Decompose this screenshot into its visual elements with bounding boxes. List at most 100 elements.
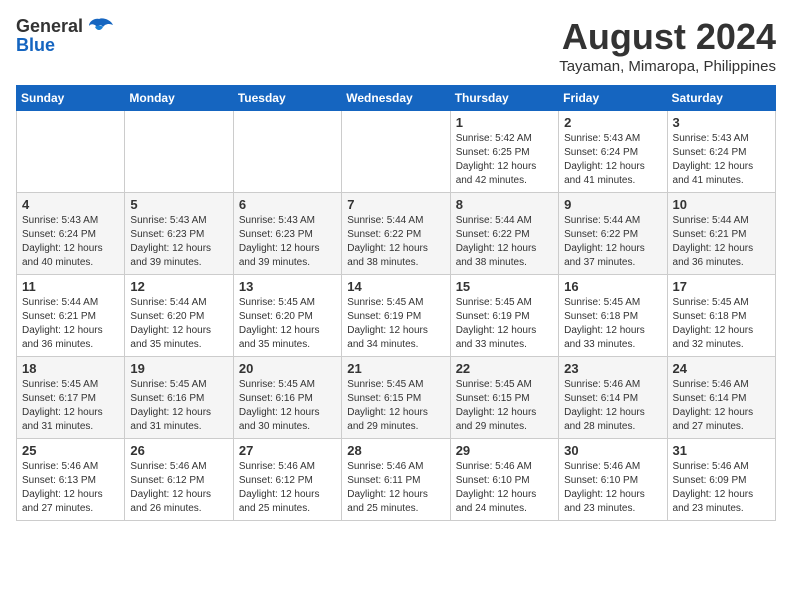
calendar-cell: 13 Sunrise: 5:45 AM Sunset: 6:20 PM Dayli… (233, 275, 341, 357)
calendar-cell: 30 Sunrise: 5:46 AM Sunset: 6:10 PM Dayli… (559, 439, 667, 521)
day-number: 10 (673, 197, 770, 212)
calendar-cell: 8 Sunrise: 5:44 AM Sunset: 6:22 PM Daylig… (450, 193, 558, 275)
calendar-cell: 25Sunrise: 5:46 AM Sunset: 6:13 PM Dayli… (17, 439, 125, 521)
weekday-header-saturday: Saturday (667, 86, 775, 111)
day-number: 14 (347, 279, 444, 294)
day-number: 5 (130, 197, 227, 212)
title-section: August 2024 Tayaman, Mimaropa, Philippin… (559, 16, 776, 75)
day-number: 17 (673, 279, 770, 294)
calendar-cell: 21Sunrise: 5:45 AM Sunset: 6:15 PM Dayli… (342, 357, 450, 439)
calendar-week-row: 11Sunrise: 5:44 AM Sunset: 6:21 PM Dayli… (17, 275, 776, 357)
day-info: Sunrise: 5:43 AM Sunset: 6:24 PM Dayligh… (564, 132, 661, 188)
calendar-cell: 7 Sunrise: 5:44 AM Sunset: 6:22 PM Daylig… (342, 193, 450, 275)
day-info: Sunrise: 5:45 AM Sunset: 6:18 PM Dayligh… (673, 296, 770, 352)
logo-general-text: General (16, 16, 83, 37)
day-number: 6 (239, 197, 336, 212)
calendar-cell: 23 Sunrise: 5:46 AM Sunset: 6:14 PM Dayli… (559, 357, 667, 439)
day-info: Sunrise: 5:44 AM Sunset: 6:22 PM Dayligh… (347, 214, 444, 270)
logo-bird-icon (85, 17, 113, 37)
location-subtitle: Tayaman, Mimaropa, Philippines (559, 58, 776, 75)
calendar-week-row: 18 Sunrise: 5:45 AM Sunset: 6:17 PM Dayli… (17, 357, 776, 439)
day-number: 24 (673, 361, 770, 376)
day-info: Sunrise: 5:43 AM Sunset: 6:23 PM Dayligh… (130, 214, 227, 270)
day-number: 12 (130, 279, 227, 294)
day-info: Sunrise: 5:46 AM Sunset: 6:14 PM Dayligh… (673, 378, 770, 434)
calendar-cell: 20 Sunrise: 5:45 AM Sunset: 6:16 PM Dayli… (233, 357, 341, 439)
day-info: Sunrise: 5:45 AM Sunset: 6:15 PM Dayligh… (456, 378, 553, 434)
day-info: Sunrise: 5:46 AM Sunset: 6:12 PM Dayligh… (130, 460, 227, 516)
day-number: 30 (564, 443, 661, 458)
day-number: 18 (22, 361, 119, 376)
day-info: Sunrise: 5:44 AM Sunset: 6:22 PM Dayligh… (456, 214, 553, 270)
calendar-cell (125, 111, 233, 193)
day-info: Sunrise: 5:45 AM Sunset: 6:20 PM Dayligh… (239, 296, 336, 352)
day-info: Sunrise: 5:43 AM Sunset: 6:24 PM Dayligh… (673, 132, 770, 188)
day-number: 28 (347, 443, 444, 458)
day-number: 19 (130, 361, 227, 376)
calendar-cell (17, 111, 125, 193)
day-info: Sunrise: 5:46 AM Sunset: 6:11 PM Dayligh… (347, 460, 444, 516)
calendar-cell: 14 Sunrise: 5:45 AM Sunset: 6:19 PM Dayli… (342, 275, 450, 357)
day-info: Sunrise: 5:45 AM Sunset: 6:16 PM Dayligh… (130, 378, 227, 434)
calendar-cell (342, 111, 450, 193)
day-number: 23 (564, 361, 661, 376)
weekday-header-friday: Friday (559, 86, 667, 111)
day-info: Sunrise: 5:46 AM Sunset: 6:09 PM Dayligh… (673, 460, 770, 516)
calendar-cell: 31 Sunrise: 5:46 AM Sunset: 6:09 PM Dayli… (667, 439, 775, 521)
calendar-cell: 26Sunrise: 5:46 AM Sunset: 6:12 PM Dayli… (125, 439, 233, 521)
calendar-cell: 15Sunrise: 5:45 AM Sunset: 6:19 PM Dayli… (450, 275, 558, 357)
day-info: Sunrise: 5:45 AM Sunset: 6:17 PM Dayligh… (22, 378, 119, 434)
day-info: Sunrise: 5:44 AM Sunset: 6:21 PM Dayligh… (673, 214, 770, 270)
calendar-cell: 27Sunrise: 5:46 AM Sunset: 6:12 PM Dayli… (233, 439, 341, 521)
calendar-cell: 5 Sunrise: 5:43 AM Sunset: 6:23 PM Daylig… (125, 193, 233, 275)
day-info: Sunrise: 5:44 AM Sunset: 6:22 PM Dayligh… (564, 214, 661, 270)
logo: General Blue (16, 16, 113, 56)
calendar-cell (233, 111, 341, 193)
day-info: Sunrise: 5:46 AM Sunset: 6:13 PM Dayligh… (22, 460, 119, 516)
day-number: 2 (564, 115, 661, 130)
day-number: 31 (673, 443, 770, 458)
calendar-header-row: SundayMondayTuesdayWednesdayThursdayFrid… (17, 86, 776, 111)
day-info: Sunrise: 5:44 AM Sunset: 6:20 PM Dayligh… (130, 296, 227, 352)
calendar-body: 1 Sunrise: 5:42 AM Sunset: 6:25 PM Daylig… (17, 111, 776, 521)
calendar-cell: 4Sunrise: 5:43 AM Sunset: 6:24 PM Daylig… (17, 193, 125, 275)
weekday-header-thursday: Thursday (450, 86, 558, 111)
calendar-cell: 1 Sunrise: 5:42 AM Sunset: 6:25 PM Daylig… (450, 111, 558, 193)
calendar-table: SundayMondayTuesdayWednesdayThursdayFrid… (16, 85, 776, 521)
calendar-cell: 6 Sunrise: 5:43 AM Sunset: 6:23 PM Daylig… (233, 193, 341, 275)
day-info: Sunrise: 5:46 AM Sunset: 6:10 PM Dayligh… (564, 460, 661, 516)
day-info: Sunrise: 5:45 AM Sunset: 6:19 PM Dayligh… (347, 296, 444, 352)
page-header: General Blue August 2024 Tayaman, Mimaro… (16, 16, 776, 75)
day-number: 16 (564, 279, 661, 294)
calendar-cell: 18 Sunrise: 5:45 AM Sunset: 6:17 PM Dayli… (17, 357, 125, 439)
day-number: 7 (347, 197, 444, 212)
day-number: 21 (347, 361, 444, 376)
day-info: Sunrise: 5:45 AM Sunset: 6:18 PM Dayligh… (564, 296, 661, 352)
day-info: Sunrise: 5:44 AM Sunset: 6:21 PM Dayligh… (22, 296, 119, 352)
calendar-week-row: 25Sunrise: 5:46 AM Sunset: 6:13 PM Dayli… (17, 439, 776, 521)
calendar-cell: 19 Sunrise: 5:45 AM Sunset: 6:16 PM Dayli… (125, 357, 233, 439)
calendar-cell: 3 Sunrise: 5:43 AM Sunset: 6:24 PM Daylig… (667, 111, 775, 193)
calendar-week-row: 1 Sunrise: 5:42 AM Sunset: 6:25 PM Daylig… (17, 111, 776, 193)
logo-blue-text: Blue (16, 35, 55, 56)
day-number: 3 (673, 115, 770, 130)
month-title: August 2024 (559, 16, 776, 58)
calendar-cell: 28 Sunrise: 5:46 AM Sunset: 6:11 PM Dayli… (342, 439, 450, 521)
weekday-header-monday: Monday (125, 86, 233, 111)
day-number: 4 (22, 197, 119, 212)
day-number: 20 (239, 361, 336, 376)
weekday-header-wednesday: Wednesday (342, 86, 450, 111)
day-number: 15 (456, 279, 553, 294)
day-info: Sunrise: 5:43 AM Sunset: 6:23 PM Dayligh… (239, 214, 336, 270)
calendar-cell: 11Sunrise: 5:44 AM Sunset: 6:21 PM Dayli… (17, 275, 125, 357)
day-number: 27 (239, 443, 336, 458)
day-number: 1 (456, 115, 553, 130)
calendar-cell: 29Sunrise: 5:46 AM Sunset: 6:10 PM Dayli… (450, 439, 558, 521)
day-number: 8 (456, 197, 553, 212)
day-number: 13 (239, 279, 336, 294)
day-info: Sunrise: 5:46 AM Sunset: 6:14 PM Dayligh… (564, 378, 661, 434)
calendar-cell: 24 Sunrise: 5:46 AM Sunset: 6:14 PM Dayli… (667, 357, 775, 439)
day-info: Sunrise: 5:45 AM Sunset: 6:16 PM Dayligh… (239, 378, 336, 434)
day-number: 22 (456, 361, 553, 376)
day-info: Sunrise: 5:42 AM Sunset: 6:25 PM Dayligh… (456, 132, 553, 188)
